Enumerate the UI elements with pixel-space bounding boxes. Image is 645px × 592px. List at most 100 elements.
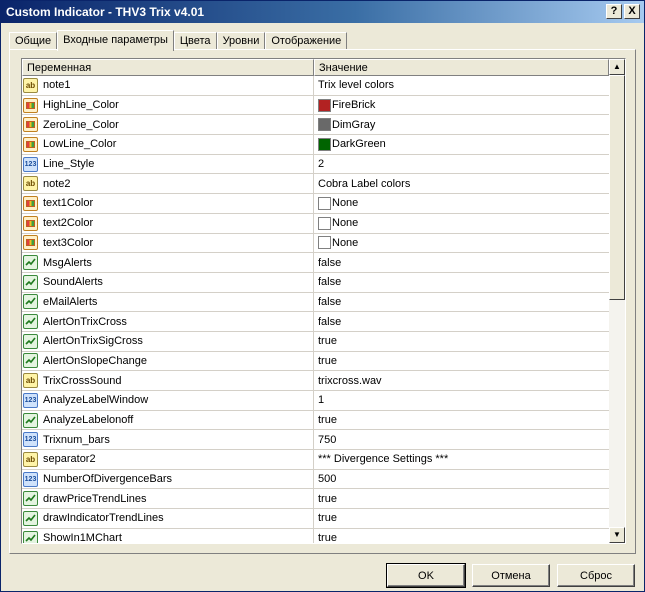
- variable-name: text2Color: [43, 217, 94, 230]
- scroll-down-icon[interactable]: ▼: [609, 527, 625, 543]
- value-cell[interactable]: true: [314, 529, 609, 543]
- variable-name: MsgAlerts: [43, 256, 92, 269]
- table-row[interactable]: LowLine_Color DarkGreen: [22, 135, 609, 155]
- table-row[interactable]: ab TrixCrossSound trixcross.wav: [22, 371, 609, 391]
- value-cell[interactable]: false: [314, 293, 609, 312]
- boolean-type-icon: [23, 491, 38, 507]
- scroll-thumb[interactable]: [609, 75, 625, 300]
- tab-colors[interactable]: Цвета: [173, 32, 217, 50]
- tab-display[interactable]: Отображение: [265, 32, 348, 50]
- grid-rows: ab note1 Trix level colors HighLine_Color Fi…: [22, 76, 609, 543]
- integer-type-icon: 123: [23, 156, 38, 172]
- table-row[interactable]: 123 Line_Style 2: [22, 154, 609, 175]
- color-type-icon: [23, 195, 38, 211]
- string-type-icon: ab: [23, 373, 38, 389]
- title-bar[interactable]: Custom Indicator - THV3 Trix v4.01 ? X: [1, 1, 644, 23]
- value-cell[interactable]: false: [314, 253, 609, 272]
- value-cell[interactable]: true: [314, 352, 609, 371]
- value-cell[interactable]: DarkGreen: [314, 135, 609, 154]
- table-row[interactable]: ab separator2 *** Divergence Settings ***: [22, 450, 609, 470]
- table-row[interactable]: text3Color None: [22, 233, 609, 254]
- color-type-icon: [23, 215, 38, 231]
- variable-name: note1: [43, 79, 71, 92]
- table-row[interactable]: 123 AnalyzeLabelWindow 1: [22, 391, 609, 411]
- table-row[interactable]: AnalyzeLabelonoff true: [22, 410, 609, 431]
- vertical-scrollbar[interactable]: ▲ ▼: [609, 59, 625, 543]
- variable-name: NumberOfDivergenceBars: [43, 473, 172, 486]
- table-row[interactable]: drawIndicatorTrendLines true: [22, 509, 609, 529]
- table-row[interactable]: drawPriceTrendLines true: [22, 489, 609, 510]
- table-row[interactable]: ab note1 Trix level colors: [22, 76, 609, 96]
- color-swatch: [318, 236, 331, 250]
- value-cell[interactable]: true: [314, 411, 609, 430]
- table-row[interactable]: ab note2 Cobra Label colors: [22, 174, 609, 195]
- table-row[interactable]: 123 Trixnum_bars 750: [22, 430, 609, 451]
- table-row[interactable]: eMailAlerts false: [22, 292, 609, 313]
- value-cell[interactable]: Trix level colors: [314, 76, 609, 95]
- value-cell[interactable]: true: [314, 332, 609, 351]
- value-cell[interactable]: trixcross.wav: [314, 371, 609, 390]
- grid-header: Переменная Значение: [22, 59, 609, 76]
- variable-name: AlertOnTrixCross: [43, 315, 127, 328]
- variable-name-cell: SoundAlerts: [22, 272, 314, 292]
- table-row[interactable]: ZeroLine_Color DimGray: [22, 115, 609, 136]
- scroll-up-icon[interactable]: ▲: [609, 59, 625, 75]
- variable-value: true: [318, 354, 337, 367]
- string-type-icon: ab: [23, 451, 38, 467]
- variable-name: HighLine_Color: [43, 99, 119, 112]
- value-cell[interactable]: 2: [314, 155, 609, 174]
- variable-value: DarkGreen: [332, 138, 386, 151]
- variable-name: AnalyzeLabelonoff: [43, 414, 134, 427]
- value-cell[interactable]: *** Divergence Settings ***: [314, 450, 609, 469]
- table-row[interactable]: text2Color None: [22, 213, 609, 234]
- value-cell[interactable]: DimGray: [314, 115, 609, 134]
- value-cell[interactable]: None: [314, 234, 609, 253]
- variable-value: None: [332, 197, 359, 210]
- variable-name-cell: HighLine_Color: [22, 95, 314, 115]
- boolean-type-icon: [23, 333, 38, 349]
- tab-input-parameters[interactable]: Входные параметры: [57, 30, 174, 51]
- value-cell[interactable]: true: [314, 509, 609, 528]
- string-type-icon: ab: [23, 176, 38, 192]
- boolean-type-icon: [23, 530, 38, 543]
- value-cell[interactable]: None: [314, 214, 609, 233]
- help-button[interactable]: ?: [606, 4, 622, 19]
- color-swatch: [318, 98, 331, 112]
- table-row[interactable]: 123 NumberOfDivergenceBars 500: [22, 469, 609, 490]
- value-cell[interactable]: 750: [314, 430, 609, 449]
- value-cell[interactable]: Cobra Label colors: [314, 174, 609, 193]
- variable-value: false: [318, 295, 342, 308]
- ok-button[interactable]: OK: [386, 563, 466, 588]
- table-row[interactable]: MsgAlerts false: [22, 253, 609, 273]
- variable-name: drawPriceTrendLines: [43, 492, 147, 505]
- value-cell[interactable]: 500: [314, 470, 609, 489]
- table-row[interactable]: AlertOnSlopeChange true: [22, 351, 609, 372]
- close-button[interactable]: X: [624, 4, 640, 19]
- value-cell[interactable]: None: [314, 194, 609, 213]
- variable-name: text3Color: [43, 236, 94, 249]
- table-row[interactable]: AlertOnTrixCross false: [22, 312, 609, 332]
- tab-general[interactable]: Общие: [9, 32, 58, 50]
- value-cell[interactable]: 1: [314, 391, 609, 410]
- column-header-value[interactable]: Значение: [314, 59, 609, 76]
- cancel-button[interactable]: Отмена: [472, 564, 550, 587]
- variable-name-cell: AnalyzeLabelonoff: [22, 410, 314, 430]
- variable-value: Trix level colors: [318, 79, 394, 92]
- string-type-icon: ab: [23, 77, 38, 93]
- variable-value: FireBrick: [332, 99, 376, 112]
- value-cell[interactable]: FireBrick: [314, 96, 609, 115]
- value-cell[interactable]: true: [314, 489, 609, 508]
- table-row[interactable]: text1Color None: [22, 194, 609, 214]
- table-row[interactable]: HighLine_Color FireBrick: [22, 95, 609, 116]
- value-cell[interactable]: false: [314, 273, 609, 292]
- table-row[interactable]: ShowIn1MChart true: [22, 528, 609, 543]
- value-cell[interactable]: false: [314, 312, 609, 331]
- column-header-variable[interactable]: Переменная: [22, 59, 314, 76]
- tab-levels[interactable]: Уровни: [216, 32, 266, 50]
- variable-name-cell: ZeroLine_Color: [22, 115, 314, 135]
- variable-name-cell: 123 NumberOfDivergenceBars: [22, 469, 314, 489]
- table-row[interactable]: SoundAlerts false: [22, 272, 609, 293]
- reset-button[interactable]: Сброс: [557, 564, 635, 587]
- table-row[interactable]: AlertOnTrixSigCross true: [22, 331, 609, 352]
- window-title: Custom Indicator - THV3 Trix v4.01: [6, 5, 205, 19]
